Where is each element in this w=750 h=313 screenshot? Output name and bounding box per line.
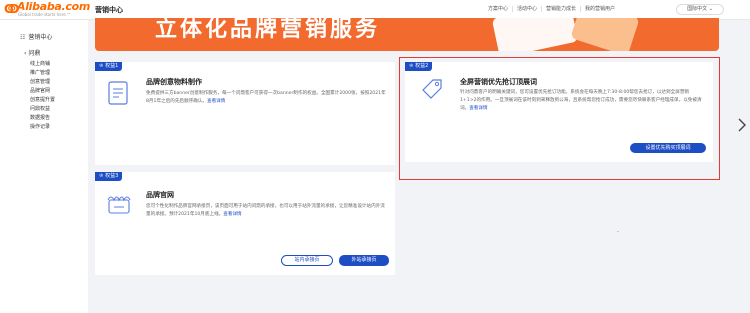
sidebar-item-creative[interactable]: 创意管理 [30,78,55,87]
alibaba-logo-mark-icon: ↂ [4,2,20,16]
benefit-tag-label: 权益1 [105,63,119,69]
onsite-landing-page-button[interactable]: 站内承接页 [281,255,333,266]
highlight-frame [399,57,720,180]
sidebar-item-brand-site[interactable]: 品牌官网 [30,87,55,96]
sidebar-section-label: 问鼎 [28,50,41,57]
sidebar-item-promotion[interactable]: 推广管理 [30,69,55,78]
language-selector[interactable]: 国际中文 ⌄ [676,4,724,15]
card-description: 您可个性化制作品牌官网承接页，该页面可用于站内问鼎的承接，也可以用于站外流量的承… [146,203,388,219]
card-description: 免费提供三方banner创意制作服务，每一个问鼎客户可获得一次banner制作的… [146,90,386,106]
logo-subtitle: Global trade starts here.™ [18,12,71,17]
benefit-tag-label: 权益3 [105,173,119,179]
sidebar-item-benefits[interactable]: 问鼎权益 [30,105,55,114]
chevron-right-icon[interactable] [738,118,746,132]
sidebar-title[interactable]: ☷ 营销中心 [20,32,52,41]
card-description-text: 您可个性化制作品牌官网承接页，该页面可用于站内问鼎的承接，也可以用于站外流量的承… [146,204,385,217]
benefit-card-3: ♔ 权益3 品牌官网 您可个性化制作品牌官网承接页，该页面可用于站内问鼎的承接，… [95,172,395,275]
benefit-tag: ♔ 权益1 [95,62,123,71]
benefit-card-1: ♔ 权益1 品牌创意物料制作 免费提供三方banner创意制作服务，每一个问鼎客… [95,62,395,165]
menu-grid-icon: ☷ [20,34,26,41]
sidebar: ☷ 营销中心 ‹ 问鼎 线上商铺 推广管理 创意管理 品牌官网 创意提升置 问鼎权… [0,20,88,313]
hero-decoration [491,18,579,51]
sidebar-item-creative-upgrade[interactable]: 创意提升置 [30,96,55,105]
app-title: 营销中心 [95,6,123,14]
divider-dot [617,231,619,232]
hero-text: 立体化品牌营销服务 [155,18,381,42]
storefront-icon [107,196,131,214]
sidebar-item-logs[interactable]: 操作记录 [30,123,55,132]
view-details-link[interactable]: 查看详情 [207,99,225,104]
nav-my-users[interactable]: 我的营销用户 [581,6,619,12]
card-title: 品牌创意物料制作 [146,78,202,86]
top-header: ↂ Alibaba.com Global trade starts here.™… [0,0,750,20]
hero-decoration-secondary [570,18,640,51]
language-label: 国际中文 [687,6,708,12]
sidebar-item-reports[interactable]: 数据报告 [30,114,55,123]
card-description-text: 免费提供三方banner创意制作服务，每一个问鼎客户可获得一次banner制作的… [146,91,386,104]
hero-banner: 立体化品牌营销服务 [95,18,719,51]
offsite-landing-page-button[interactable]: 外站承接页 [339,255,389,266]
sidebar-item-online-store[interactable]: 线上商铺 [30,60,55,69]
top-navigation: 方案中心 活动中心 营销能力成长 我的营销用户 [484,6,619,12]
sidebar-items: 线上商铺 推广管理 创意管理 品牌官网 创意提升置 问鼎权益 数据报告 操作记录 [30,60,55,132]
sidebar-title-label: 营销中心 [28,34,53,41]
document-list-icon [108,81,128,105]
nav-solution-center[interactable]: 方案中心 [484,6,514,12]
benefit-tag: ♔ 权益3 [95,172,123,181]
card-title: 品牌官网 [146,191,174,199]
nav-growth[interactable]: 营销能力成长 [542,6,582,12]
view-details-link[interactable]: 查看详情 [223,212,241,217]
alibaba-logo[interactable]: ↂ Alibaba.com Global trade starts here.™ [4,1,90,19]
sidebar-section-wending[interactable]: ‹ 问鼎 [24,48,40,57]
nav-activity-center[interactable]: 活动中心 [513,6,543,12]
